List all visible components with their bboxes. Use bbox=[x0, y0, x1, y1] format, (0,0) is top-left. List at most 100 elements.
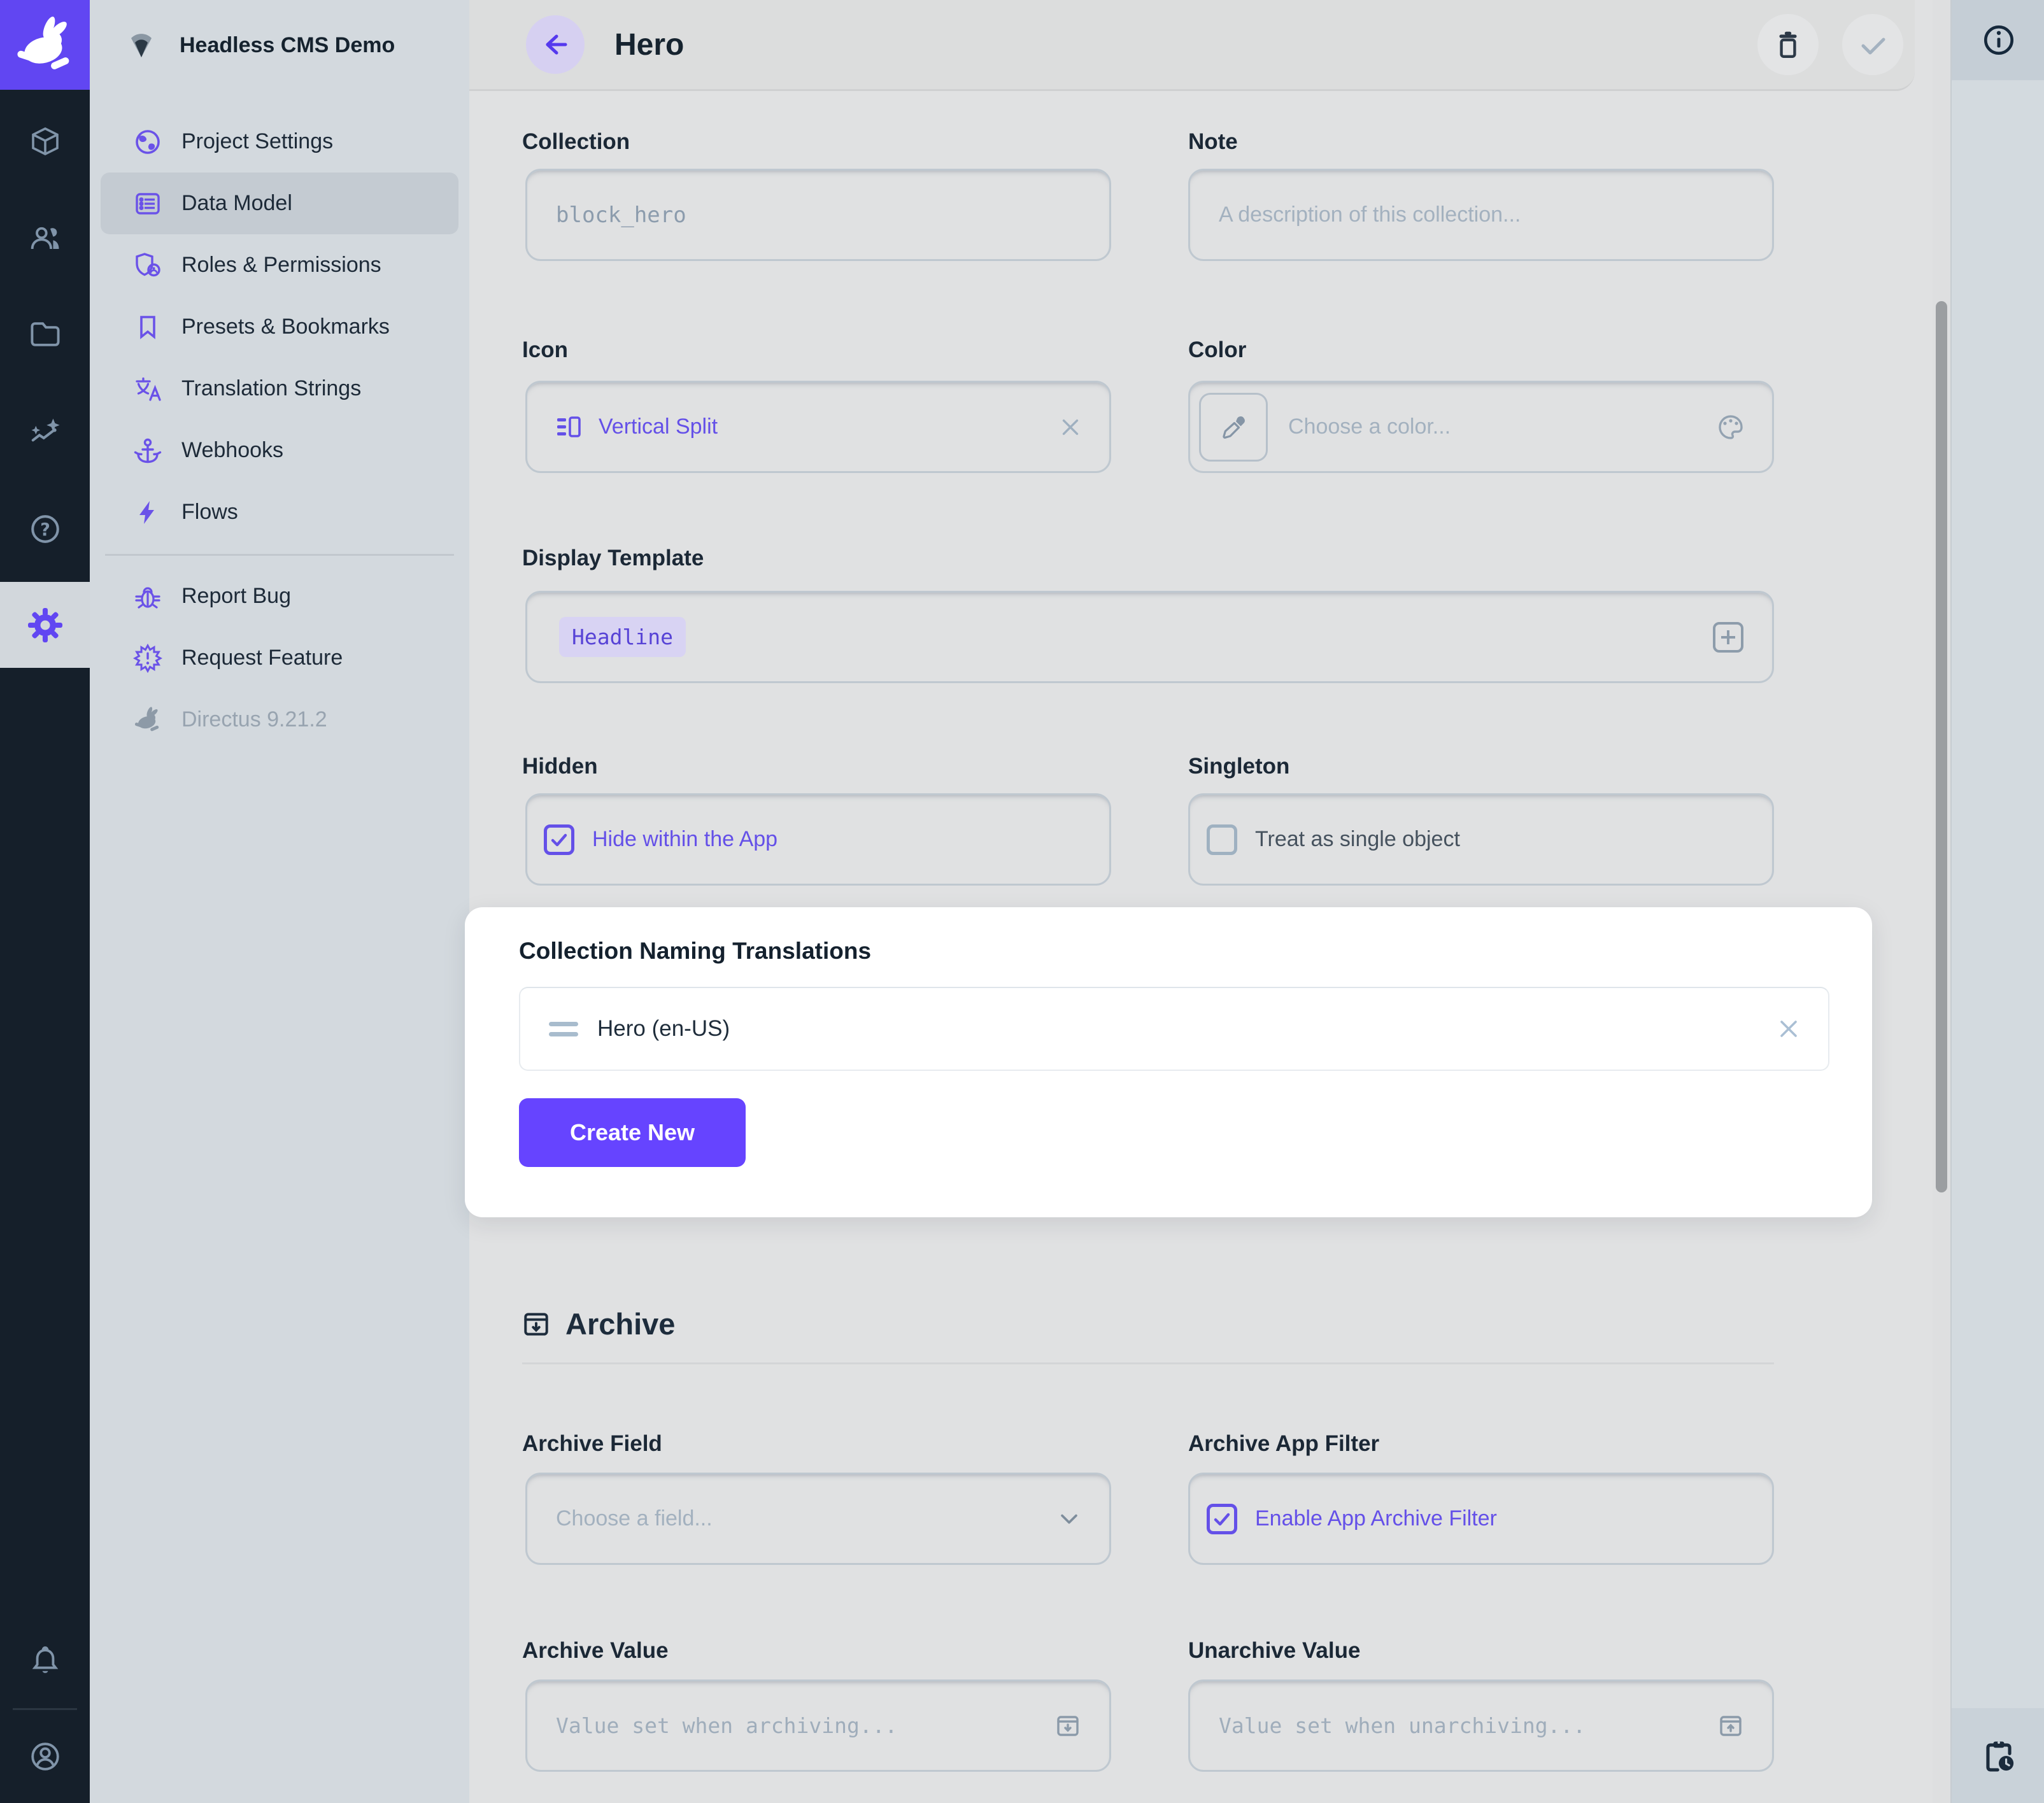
globe-icon bbox=[133, 127, 162, 157]
remove-translation-button[interactable] bbox=[1776, 1016, 1801, 1042]
version-label: Directus 9.21.2 bbox=[181, 707, 327, 732]
add-template-field-button[interactable] bbox=[1711, 620, 1745, 654]
directus-logo[interactable] bbox=[0, 0, 90, 90]
hidden-input[interactable]: Hide within the App bbox=[525, 793, 1111, 886]
note-placeholder: A description of this collection... bbox=[1219, 202, 1521, 227]
singleton-input[interactable]: Treat as single object bbox=[1188, 793, 1774, 886]
nav-item-flows[interactable]: Flows bbox=[90, 481, 469, 543]
translate-icon bbox=[133, 374, 162, 404]
hidden-checkbox-label: Hide within the App bbox=[592, 827, 777, 852]
nav-item-translation-strings[interactable]: Translation Strings bbox=[90, 358, 469, 420]
icon-input[interactable]: Vertical Split bbox=[525, 381, 1111, 473]
trash-icon bbox=[1772, 29, 1804, 60]
delete-collection-button[interactable] bbox=[1757, 14, 1819, 75]
hidden-label: Hidden bbox=[522, 754, 598, 779]
project-header[interactable]: Headless CMS Demo bbox=[90, 0, 469, 91]
bug-icon bbox=[133, 582, 162, 611]
drag-handle-icon[interactable] bbox=[549, 1022, 578, 1036]
archive-icon bbox=[521, 1309, 551, 1340]
info-icon bbox=[1981, 22, 2017, 58]
eyedropper-button[interactable] bbox=[1199, 393, 1268, 462]
nav-item-data-model[interactable]: Data Model bbox=[101, 173, 458, 234]
archive-title-text: Archive bbox=[565, 1306, 675, 1341]
nav-item-label: Translation Strings bbox=[181, 376, 361, 401]
unarchive-value-input[interactable]: Value set when unarchiving... bbox=[1188, 1679, 1774, 1772]
settings-module-button[interactable] bbox=[0, 582, 90, 668]
collection-input[interactable]: block_hero bbox=[525, 169, 1111, 261]
archive-app-filter-checkbox-label: Enable App Archive Filter bbox=[1255, 1506, 1497, 1531]
translation-list-item[interactable]: Hero (en-US) bbox=[519, 987, 1829, 1071]
close-icon bbox=[1058, 415, 1082, 439]
display-template-input[interactable]: Headline bbox=[525, 591, 1774, 683]
icon-clear-button[interactable] bbox=[1058, 415, 1082, 439]
color-label: Color bbox=[1188, 337, 1246, 363]
unarchive-value-label: Unarchive Value bbox=[1188, 1638, 1360, 1664]
checkbox-checked-icon[interactable] bbox=[544, 824, 574, 855]
insights-module-button[interactable] bbox=[0, 416, 90, 449]
note-input[interactable]: A description of this collection... bbox=[1188, 169, 1774, 261]
singleton-checkbox-label: Treat as single object bbox=[1255, 827, 1460, 852]
checkbox-unchecked-icon[interactable] bbox=[1207, 824, 1237, 855]
singleton-label: Singleton bbox=[1188, 754, 1289, 779]
users-module-button[interactable] bbox=[0, 222, 90, 255]
create-new-button[interactable]: Create New bbox=[519, 1098, 746, 1167]
display-template-label: Display Template bbox=[522, 546, 704, 571]
account-button[interactable] bbox=[0, 1740, 90, 1773]
nav-version-row: Directus 9.21.2 bbox=[90, 689, 469, 751]
archive-value-icon-button[interactable] bbox=[1053, 1711, 1082, 1741]
info-sidebar-button[interactable] bbox=[1952, 0, 2044, 80]
directus-rabbit-icon bbox=[133, 705, 162, 735]
archive-field-dropdown-button[interactable] bbox=[1056, 1506, 1082, 1532]
vertical-split-icon bbox=[554, 413, 583, 442]
scrollbar-thumb[interactable] bbox=[1936, 301, 1947, 1192]
settings-nav-panel: Headless CMS Demo Project Settings bbox=[90, 0, 469, 1803]
bookmark-icon bbox=[133, 313, 162, 342]
nav-item-request-feature[interactable]: Request Feature bbox=[90, 627, 469, 689]
eyedropper-icon bbox=[1219, 413, 1248, 442]
unarchive-value-icon-button[interactable] bbox=[1716, 1711, 1745, 1741]
archive-up-icon bbox=[1716, 1711, 1745, 1741]
save-button[interactable] bbox=[1842, 14, 1903, 75]
nav-item-report-bug[interactable]: Report Bug bbox=[90, 565, 469, 627]
back-button[interactable] bbox=[526, 15, 585, 74]
box-icon bbox=[29, 125, 62, 158]
revisions-sidebar-button[interactable] bbox=[1952, 1708, 2044, 1803]
nav-item-presets-bookmarks[interactable]: Presets & Bookmarks bbox=[90, 296, 469, 358]
create-new-label: Create New bbox=[570, 1119, 695, 1146]
template-field-chip[interactable]: Headline bbox=[559, 617, 686, 657]
page-header: Hero bbox=[469, 0, 1915, 91]
anchor-icon bbox=[133, 436, 162, 465]
notifications-button[interactable] bbox=[0, 1645, 90, 1678]
clipboard-clock-icon bbox=[1981, 1738, 2017, 1774]
content-module-button[interactable] bbox=[0, 125, 90, 158]
collection-naming-translations-card: Collection Naming Translations Hero (en-… bbox=[465, 907, 1872, 1217]
list-alt-icon bbox=[133, 189, 162, 218]
people-icon bbox=[29, 222, 62, 255]
signal-status-icon bbox=[126, 31, 157, 61]
nav-item-project-settings[interactable]: Project Settings bbox=[90, 111, 469, 173]
files-module-button[interactable] bbox=[0, 318, 90, 351]
archive-divider bbox=[522, 1362, 1774, 1364]
archive-value-input[interactable]: Value set when archiving... bbox=[525, 1679, 1111, 1772]
archive-field-select[interactable]: Choose a field... bbox=[525, 1473, 1111, 1565]
nav-item-webhooks[interactable]: Webhooks bbox=[90, 420, 469, 481]
plus-box-icon bbox=[1711, 620, 1745, 654]
app-screen: ? bbox=[0, 0, 2044, 1803]
nav-item-label: Report Bug bbox=[181, 584, 291, 609]
checkbox-checked-icon[interactable] bbox=[1207, 1504, 1237, 1534]
archive-app-filter-input[interactable]: Enable App Archive Filter bbox=[1188, 1473, 1774, 1565]
color-input[interactable]: Choose a color... bbox=[1188, 381, 1774, 473]
palette-button[interactable] bbox=[1716, 413, 1745, 442]
right-sidebar bbox=[1950, 0, 2044, 1803]
new-releases-icon bbox=[133, 644, 162, 673]
nav-item-label: Request Feature bbox=[181, 646, 343, 670]
collection-value: block_hero bbox=[556, 202, 686, 228]
help-module-button[interactable]: ? bbox=[0, 513, 90, 546]
nav-item-label: Project Settings bbox=[181, 129, 333, 154]
nav-item-roles-permissions[interactable]: Roles & Permissions bbox=[90, 234, 469, 296]
archive-section-title: Archive bbox=[521, 1306, 675, 1341]
note-label: Note bbox=[1188, 129, 1238, 155]
gear-icon bbox=[27, 607, 64, 644]
chevron-down-icon bbox=[1056, 1506, 1082, 1532]
archive-value-label: Archive Value bbox=[522, 1638, 669, 1664]
